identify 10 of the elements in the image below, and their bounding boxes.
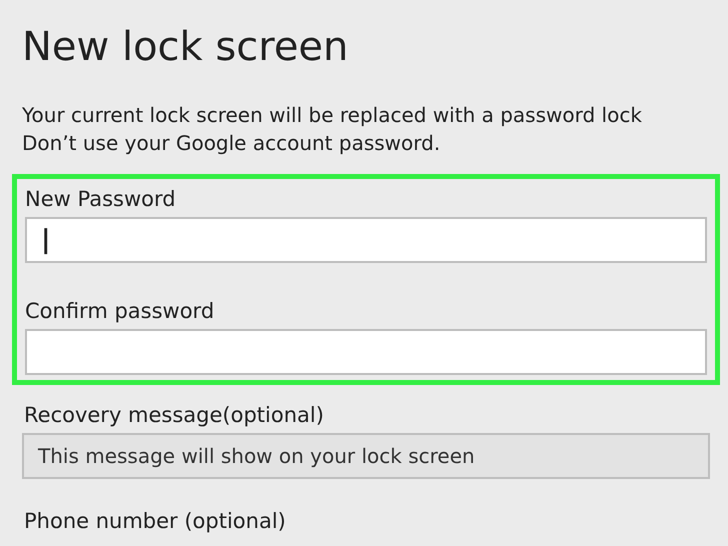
password-field[interactable]: | (25, 217, 707, 263)
field-label: Recovery message(optional) (24, 402, 325, 429)
field-label: Confirm password (25, 298, 216, 325)
description-text: Don’t use your Google account password. (22, 130, 442, 157)
message-field[interactable]: This message will show on your lock screen (22, 433, 710, 479)
field-label: New Password (25, 186, 177, 213)
password-field[interactable] (25, 329, 707, 375)
field-label: Phone number (optional) (24, 508, 287, 535)
description-text: Your current lock screen will be replaced with a password lock (22, 102, 643, 129)
screen-title: New lock screen (22, 23, 350, 72)
